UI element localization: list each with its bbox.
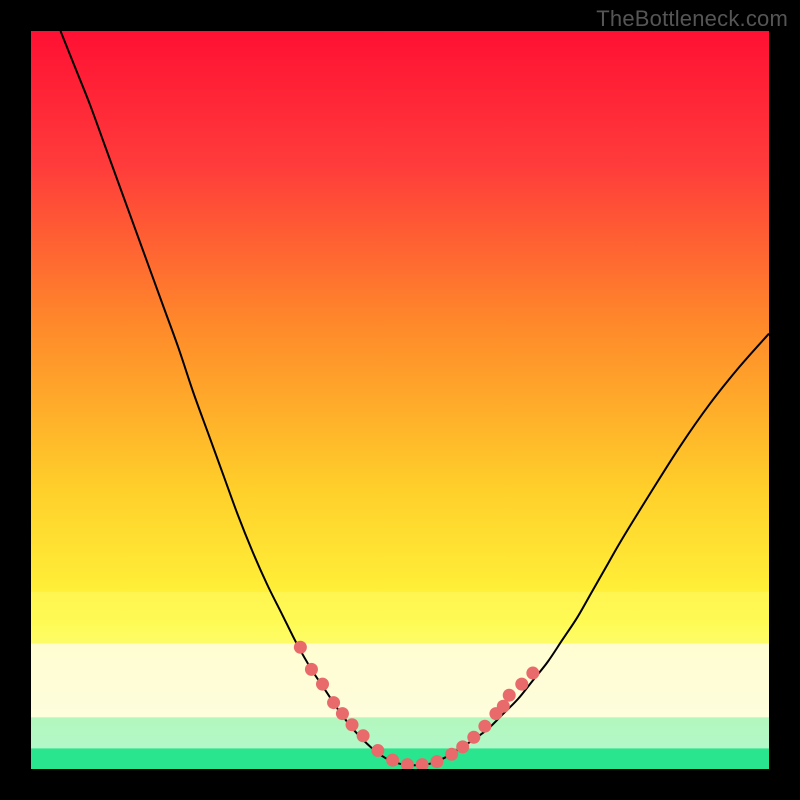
band-yellow-wash (31, 592, 769, 644)
plot-area (31, 31, 769, 769)
marker-dot (478, 720, 491, 733)
marker-dot (357, 729, 370, 742)
marker-dot (386, 754, 399, 767)
marker-dot (503, 689, 516, 702)
marker-dot (336, 707, 349, 720)
watermark-text: TheBottleneck.com (596, 6, 788, 32)
marker-dot (445, 748, 458, 761)
marker-dot (456, 740, 469, 753)
marker-dot (294, 641, 307, 654)
marker-dot (526, 667, 539, 680)
chart-frame: TheBottleneck.com (0, 0, 800, 800)
marker-dot (305, 663, 318, 676)
marker-dot (316, 678, 329, 691)
marker-dot (497, 700, 510, 713)
marker-dot (430, 755, 443, 768)
marker-dot (515, 678, 528, 691)
marker-dot (467, 731, 480, 744)
bands-group (31, 592, 769, 769)
marker-dot (346, 718, 359, 731)
marker-dot (371, 744, 384, 757)
band-green-zone (31, 748, 769, 769)
band-green-fade (31, 717, 769, 748)
chart-svg (31, 31, 769, 769)
marker-dot (327, 696, 340, 709)
band-cream-band (31, 644, 769, 718)
